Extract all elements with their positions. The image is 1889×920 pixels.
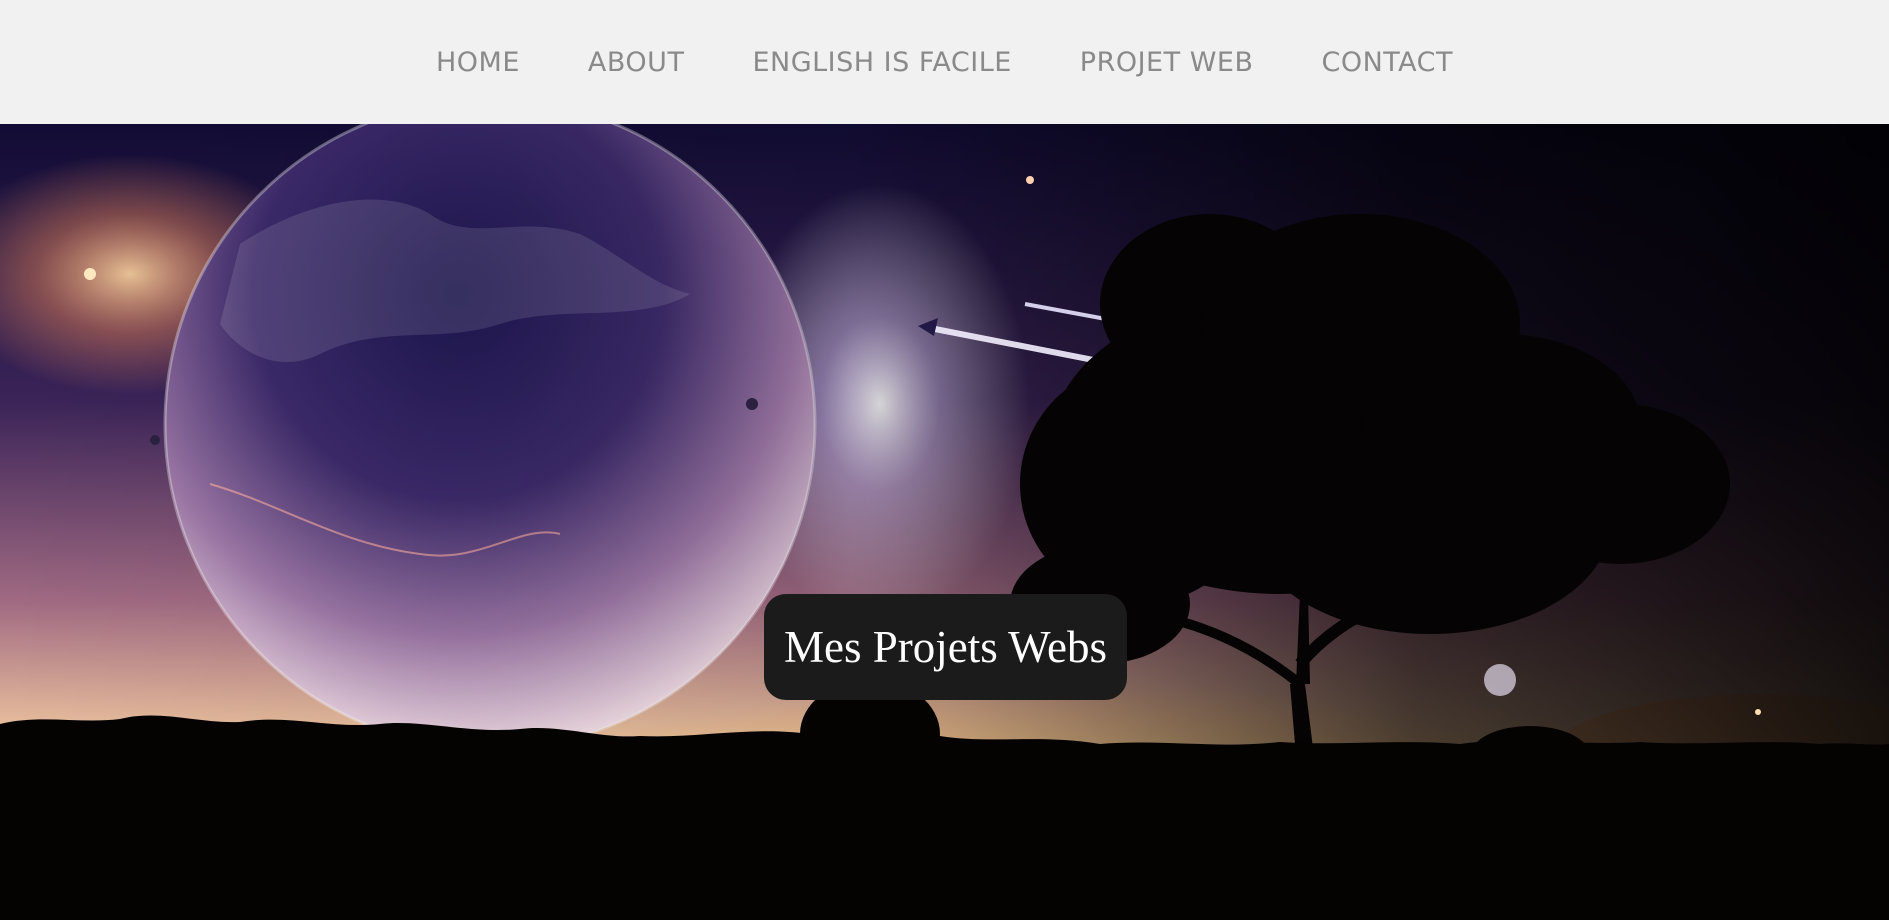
nav-link-about[interactable]: ABOUT bbox=[588, 47, 685, 78]
page: HOME ABOUT ENGLISH IS FACILE PROJET WEB … bbox=[0, 0, 1889, 920]
nav-link-contact[interactable]: CONTACT bbox=[1321, 47, 1453, 78]
top-navbar: HOME ABOUT ENGLISH IS FACILE PROJET WEB … bbox=[0, 0, 1889, 124]
hero-title-box: Mes Projets Webs bbox=[764, 594, 1127, 700]
hero-title: Mes Projets Webs bbox=[783, 622, 1108, 672]
hero-banner: Mes Projets Webs bbox=[0, 124, 1889, 920]
nav-menu: HOME ABOUT ENGLISH IS FACILE PROJET WEB … bbox=[402, 47, 1487, 78]
hero-background-image bbox=[0, 124, 1889, 920]
nav-link-projet-web[interactable]: PROJET WEB bbox=[1080, 47, 1254, 78]
nav-link-english-is-facile[interactable]: ENGLISH IS FACILE bbox=[752, 47, 1011, 78]
nav-link-home[interactable]: HOME bbox=[436, 47, 520, 78]
